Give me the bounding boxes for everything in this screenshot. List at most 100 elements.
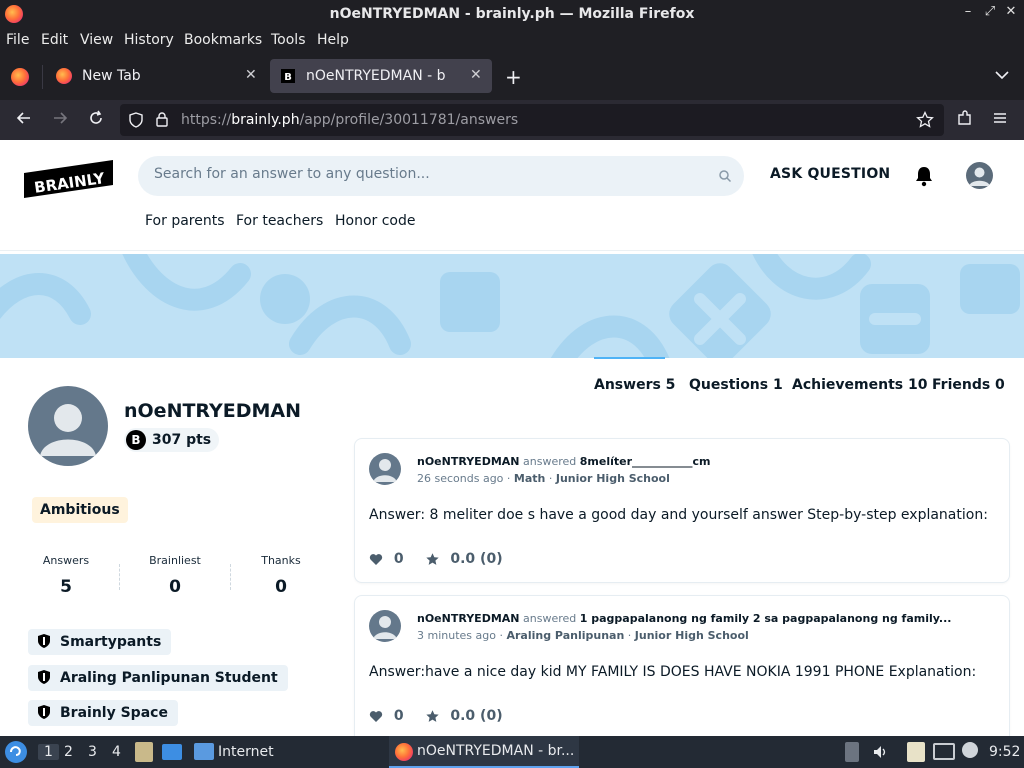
brainly-points-icon: B [126, 430, 146, 450]
answer-card[interactable]: nOeNTRYEDMAN answered 1 pagpapalanong ng… [354, 595, 1010, 736]
tab-brainly-profile[interactable]: B nOeNTRYEDMAN - brainly.ph ✕ [270, 59, 492, 93]
start-menu-icon[interactable] [5, 741, 27, 763]
star-icon[interactable] [425, 709, 440, 724]
menu-bookmarks[interactable]: Bookmarks [184, 32, 262, 48]
profile-banner [0, 254, 1024, 358]
navigation-bar: https://brainly.ph/app/profile/30011781/… [0, 100, 1024, 140]
url-path: /app/profile/30011781/answers [299, 112, 519, 128]
user-avatar-icon[interactable] [966, 162, 993, 189]
folder-icon[interactable] [194, 743, 214, 760]
points-badge: B 307 pts [124, 428, 220, 452]
answer-header: nOeNTRYEDMAN answered 1 pagpapalanong ng… [417, 612, 951, 625]
file-manager-launcher-icon[interactable] [135, 742, 153, 762]
answer-subject[interactable]: Math [514, 472, 545, 485]
menu-edit[interactable]: Edit [41, 32, 68, 48]
brainly-logo[interactable]: BRAINLY [24, 160, 114, 198]
answer-time: 3 minutes ago [417, 629, 496, 642]
answer-text[interactable]: Answer: 8 meliter doe s have a good day … [369, 507, 988, 523]
forward-arrow-icon[interactable] [49, 109, 71, 131]
clipboard-icon[interactable] [907, 742, 925, 762]
menu-file[interactable]: File [6, 32, 29, 48]
nav-honor-code[interactable]: Honor code [335, 213, 416, 229]
hamburger-menu-icon[interactable] [989, 109, 1011, 131]
network-icon[interactable] [933, 743, 955, 760]
answer-meta-line: 3 minutes ago · Araling Panlipunan · Jun… [417, 629, 749, 642]
close-tab-icon[interactable]: ✕ [245, 67, 257, 83]
close-tab-icon[interactable]: ✕ [470, 67, 482, 83]
back-arrow-icon[interactable] [13, 109, 35, 131]
heart-icon[interactable] [369, 553, 383, 566]
firefox-view-icon[interactable] [11, 68, 29, 86]
taskbar-firefox-window[interactable]: nOeNTRYEDMAN - br... [389, 736, 579, 768]
close-window-button[interactable]: ✕ [1001, 4, 1021, 19]
tab-questions[interactable]: Questions 1 [689, 377, 783, 393]
volume-icon[interactable] [872, 744, 888, 764]
achievement-badge[interactable]: Smartypants [28, 629, 172, 655]
desktop-taskbar: 1 2 3 4 Internet nOeNTRYEDMAN - br... 9:… [0, 736, 1024, 768]
tray-device-icon[interactable] [845, 742, 859, 762]
rank-badge[interactable]: Ambitious [32, 497, 128, 523]
ask-question-button[interactable]: ASK QUESTION [770, 166, 890, 182]
answer-card[interactable]: nOeNTRYEDMAN answered 8melíter__________… [354, 438, 1010, 583]
reload-icon[interactable] [85, 109, 107, 131]
list-all-tabs-chevron-icon[interactable] [994, 67, 1010, 87]
menu-history[interactable]: History [124, 32, 174, 48]
stat-divider [119, 564, 120, 590]
padlock-icon[interactable] [155, 111, 169, 131]
tab-friends[interactable]: Friends 0 [932, 377, 1005, 393]
tab-achievements[interactable]: Achievements 10 [792, 377, 927, 393]
url-text[interactable]: https://brainly.ph/app/profile/30011781/… [181, 112, 518, 128]
menu-tools[interactable]: Tools [271, 32, 306, 48]
updates-icon[interactable] [962, 742, 978, 758]
search-input[interactable] [154, 166, 694, 182]
profile-username: nOeNTRYEDMAN [124, 400, 302, 422]
question-link[interactable]: 1 pagpapalanong ng family 2 sa pagpapala… [580, 612, 952, 625]
achievement-badge[interactable]: Brainly Space [28, 700, 178, 726]
badge-label: Brainly Space [60, 705, 168, 721]
search-bar[interactable] [138, 156, 744, 196]
answer-avatar[interactable] [369, 610, 401, 642]
tab-answers[interactable]: Answers 5 [594, 377, 675, 393]
workspace-4[interactable]: 4 [112, 744, 121, 760]
extensions-puzzle-icon[interactable] [954, 109, 976, 131]
stat-thanks: Thanks 0 [236, 554, 326, 597]
answer-username[interactable]: nOeNTRYEDMAN [417, 455, 520, 468]
answer-text[interactable]: Answer:have a nice day kid MY FAMILY IS … [369, 664, 976, 680]
shield-icon [38, 670, 50, 684]
notification-bell-icon[interactable] [914, 165, 934, 187]
workspace-1[interactable]: 1 [38, 744, 59, 760]
window-title: nOeNTRYEDMAN - brainly.ph — Mozilla Fire… [329, 6, 695, 22]
maximize-button[interactable]: ⤢ [980, 4, 1000, 19]
achievement-badge[interactable]: Araling Panlipunan Student [28, 665, 288, 691]
star-icon[interactable] [425, 552, 440, 567]
stat-label: Answers [42, 554, 90, 567]
stat-label: Thanks [261, 554, 301, 567]
workspace-2[interactable]: 2 [64, 744, 73, 760]
tracking-shield-icon[interactable] [128, 112, 144, 132]
answer-subject[interactable]: Araling Panlipunan [506, 629, 624, 642]
web-page: BRAINLY ASK QUESTION For parents For tea… [0, 140, 1024, 736]
launcher-internet-label[interactable]: Internet [218, 744, 274, 760]
nav-for-parents[interactable]: For parents [145, 213, 225, 229]
answer-reactions: 0 0.0 (0) [369, 551, 503, 567]
tab-divider [42, 65, 43, 89]
desktop-launcher-icon[interactable] [162, 744, 182, 760]
stat-value: 5 [60, 577, 72, 597]
workspace-3[interactable]: 3 [88, 744, 97, 760]
menu-help[interactable]: Help [317, 32, 349, 48]
tab-new-tab[interactable]: New Tab ✕ [46, 59, 266, 93]
minimize-button[interactable]: – [958, 4, 978, 19]
search-icon[interactable] [718, 168, 734, 184]
answer-avatar[interactable] [369, 453, 401, 485]
nav-for-teachers[interactable]: For teachers [236, 213, 323, 229]
heart-icon[interactable] [369, 710, 383, 723]
answer-username[interactable]: nOeNTRYEDMAN [417, 612, 520, 625]
new-tab-plus-icon[interactable]: + [505, 65, 522, 89]
menu-view[interactable]: View [80, 32, 113, 48]
tab-label: nOeNTRYEDMAN - brainly.ph [306, 68, 446, 84]
bookmark-star-icon[interactable] [916, 110, 934, 133]
address-bar[interactable]: https://brainly.ph/app/profile/30011781/… [120, 104, 944, 136]
answer-meta-line: 26 seconds ago · Math · Junior High Scho… [417, 472, 670, 485]
question-link[interactable]: 8melíter___________cm [580, 455, 711, 468]
url-scheme: https:// [181, 112, 232, 128]
